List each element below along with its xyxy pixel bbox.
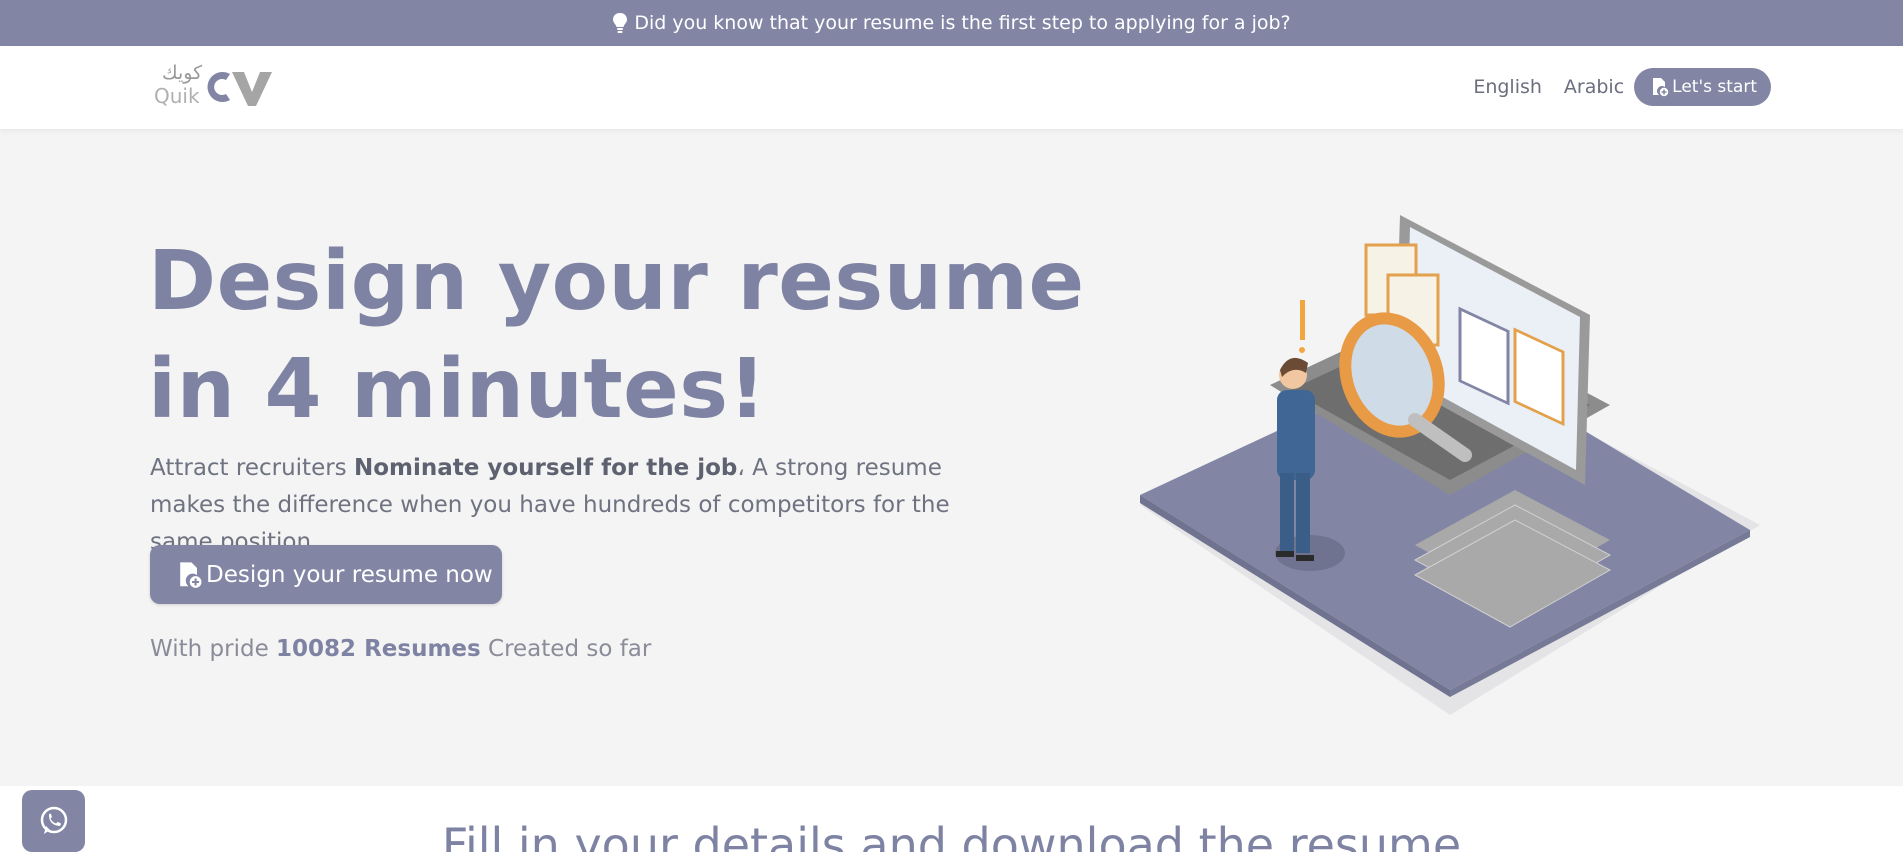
whatsapp-icon [40,806,67,834]
file-add-icon [1653,78,1669,97]
hero-title-line2: in 4 minutes! [148,342,767,437]
design-resume-button[interactable]: Design your resume now [150,545,502,604]
hero-subtitle-prefix: Attract recruiters [150,455,354,481]
lets-start-label: Let's start [1672,77,1757,97]
resume-count: 10082 Resumes [276,636,481,662]
pride-suffix: Created so far [480,636,652,662]
nav-right: English Arabic Let's start [1473,68,1771,106]
hero-illustration [1140,215,1760,715]
nav-link-english[interactable]: English [1473,70,1542,104]
navbar: كويك Quik English Arabic Let's start [0,46,1903,129]
file-add-icon [180,561,202,588]
hero-title-line1: Design your resume [148,234,1085,329]
details-section-heading: Fill in your details and download the re… [441,818,1462,852]
whatsapp-button[interactable] [22,790,85,852]
logo[interactable]: كويك Quik [152,62,272,110]
hero-title: Design your resume in 4 minutes! [148,228,1085,444]
design-resume-label: Design your resume now [206,561,493,588]
resume-count-text: With pride 10082 Resumes Created so far [150,636,651,662]
lets-start-button[interactable]: Let's start [1634,68,1771,106]
pride-prefix: With pride [150,636,277,662]
hero-subtitle-bold: Nominate yourself for the job [353,455,738,481]
details-section: Fill in your details and download the re… [0,786,1903,852]
announcement-bar: Did you know that your resume is the fir… [0,0,1903,46]
logo-latin-text: Quik [154,84,200,108]
logo-arabic-text: كويك [162,62,203,84]
lightbulb-icon [613,13,628,33]
announcement-text: Did you know that your resume is the fir… [634,12,1291,34]
logo-cv-mark [207,72,272,106]
nav-link-arabic[interactable]: Arabic [1564,70,1624,104]
